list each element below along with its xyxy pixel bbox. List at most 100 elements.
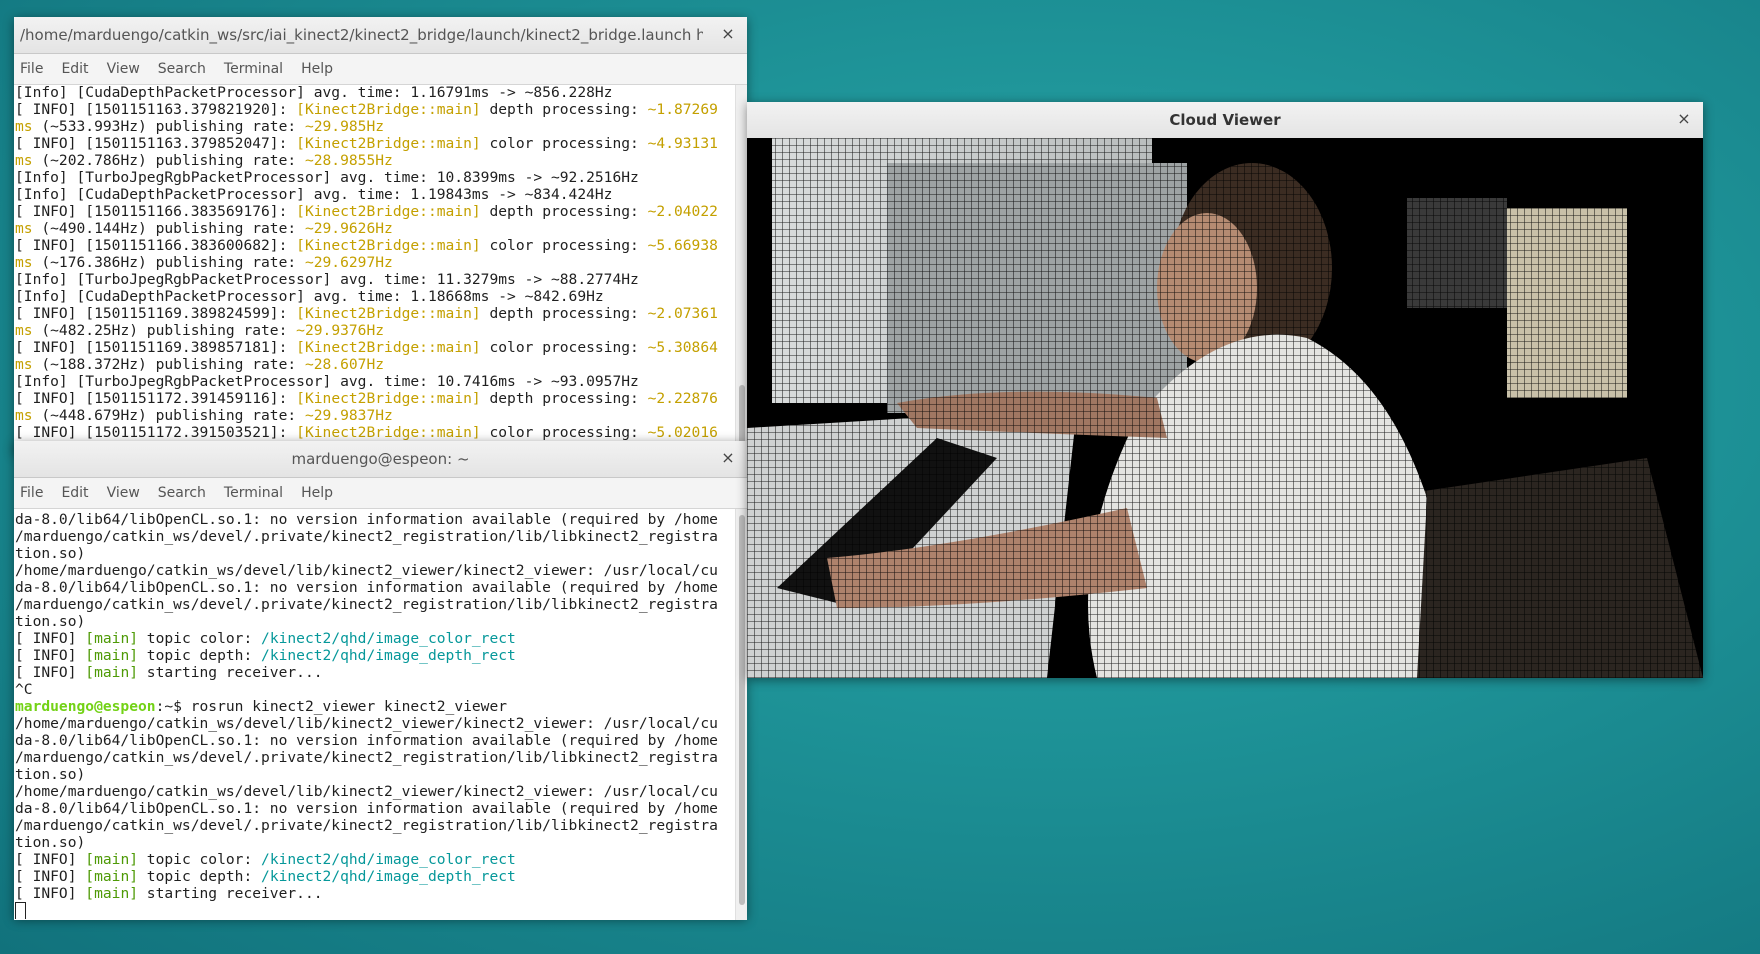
terminal-text: ~5.02016 (647, 424, 718, 441)
terminal-line: [Info] [CudaDepthPacketProcessor] avg. t… (15, 186, 735, 203)
terminal-text: ms (15, 254, 33, 271)
terminal-line: marduengo@espeon:~$ rosrun kinect2_viewe… (15, 698, 735, 715)
terminal-line: ms (~448.679Hz) publishing rate: ~29.983… (15, 407, 735, 424)
terminal-cursor (15, 902, 26, 919)
terminal-text: [ INFO] [1501151172.391503521]: (15, 424, 297, 441)
menu-edit[interactable]: Edit (61, 485, 88, 501)
terminal-home-output[interactable]: da-8.0/lib64/libOpenCL.so.1: no version … (14, 509, 747, 920)
terminal-line: [ INFO] [1501151163.379821920]: [Kinect2… (15, 101, 735, 118)
terminal-text: /marduengo/catkin_ws/devel/.private/kine… (15, 528, 718, 545)
terminal-text: (~533.993Hz) publishing rate: (32, 118, 305, 135)
menu-search[interactable]: Search (158, 61, 206, 77)
terminal-text: /marduengo/catkin_ws/devel/.private/kine… (15, 596, 718, 613)
terminal-text: [Info] [CudaDepthPacketProcessor] avg. t… (15, 288, 604, 305)
terminal-line: ms (~482.25Hz) publishing rate: ~29.9376… (15, 322, 735, 339)
terminal-text: [ INFO] (15, 868, 86, 885)
menu-file[interactable]: File (20, 61, 43, 77)
terminal-text: :~$ rosrun kinect2_viewer kinect2_viewer (155, 698, 508, 715)
terminal-text: ~2.22876 (647, 390, 718, 407)
menu-view[interactable]: View (107, 61, 140, 77)
terminal-window-home[interactable]: marduengo@espeon: ~ × File Edit View Sea… (14, 441, 747, 920)
terminal-prompt-line[interactable] (15, 902, 735, 919)
terminal-text: (~448.679Hz) publishing rate: (32, 407, 305, 424)
terminal-text: ms (15, 407, 33, 424)
menu-edit[interactable]: Edit (61, 61, 88, 77)
scrollbar-thumb[interactable] (739, 515, 745, 905)
terminal-text: [Info] [CudaDepthPacketProcessor] avg. t… (15, 186, 613, 203)
cloud-viewer-window[interactable]: Cloud Viewer × (747, 102, 1703, 678)
terminal-text: ~29.9837Hz (304, 407, 393, 424)
terminal-text: [ INFO] (15, 647, 86, 664)
terminal-home-titlebar[interactable]: marduengo@espeon: ~ × (14, 441, 747, 478)
terminal-scrollbar[interactable] (735, 85, 747, 452)
close-icon[interactable]: × (719, 449, 737, 467)
cloud-viewer-titlebar[interactable]: Cloud Viewer × (747, 102, 1703, 139)
terminal-text: /home/marduengo/catkin_ws/devel/lib/kine… (15, 715, 718, 732)
terminal-line: [Info] [TurboJpegRgbPacketProcessor] avg… (15, 373, 735, 390)
terminal-text: [Kinect2Bridge::main] (296, 424, 481, 441)
terminal-line: ms (~188.372Hz) publishing rate: ~28.607… (15, 356, 735, 373)
terminal-line: da-8.0/lib64/libOpenCL.so.1: no version … (15, 732, 735, 749)
menu-file[interactable]: File (20, 485, 43, 501)
menu-terminal[interactable]: Terminal (224, 61, 283, 77)
terminal-bridge-titlebar[interactable]: /home/marduengo/catkin_ws/src/iai_kinect… (14, 17, 747, 54)
terminal-text: [ INFO] (15, 664, 86, 681)
terminal-text: [ INFO] [1501151163.379852047]: (15, 135, 297, 152)
terminal-text: /marduengo/catkin_ws/devel/.private/kine… (15, 817, 718, 834)
terminal-text: tion.so) (15, 613, 86, 630)
point-cloud-view[interactable] (747, 138, 1703, 678)
terminal-text: ~2.07361 (647, 305, 718, 322)
terminal-text: (~202.786Hz) publishing rate: (32, 152, 305, 169)
menu-view[interactable]: View (107, 485, 140, 501)
terminal-text: tion.so) (15, 545, 86, 562)
terminal-line: [ INFO] [1501151166.383569176]: [Kinect2… (15, 203, 735, 220)
terminal-line: /home/marduengo/catkin_ws/devel/lib/kine… (15, 783, 735, 800)
terminal-line: [ INFO] [1501151166.383600682]: [Kinect2… (15, 237, 735, 254)
terminal-text: /kinect2/qhd/image_color_rect (261, 851, 516, 868)
terminal-line: da-8.0/lib64/libOpenCL.so.1: no version … (15, 511, 735, 528)
terminal-text: [Info] [TurboJpegRgbPacketProcessor] avg… (15, 373, 639, 390)
terminal-text: (~490.144Hz) publishing rate: (32, 220, 305, 237)
menu-help[interactable]: Help (301, 485, 333, 501)
terminal-bridge-output[interactable]: [Info] [CudaDepthPacketProcessor] avg. t… (14, 85, 747, 452)
terminal-text: ms (15, 152, 33, 169)
terminal-text: starting receiver... (138, 885, 323, 902)
terminal-text: /marduengo/catkin_ws/devel/.private/kine… (15, 749, 718, 766)
terminal-text: (~176.386Hz) publishing rate: (32, 254, 305, 271)
terminal-text: tion.so) (15, 766, 86, 783)
terminal-line: tion.so) (15, 834, 735, 851)
menu-terminal[interactable]: Terminal (224, 485, 283, 501)
terminal-text: ~4.93131 (647, 135, 718, 152)
close-icon[interactable]: × (1675, 110, 1693, 128)
terminal-line: [ INFO] [1501151169.389857181]: [Kinect2… (15, 339, 735, 356)
terminal-line: [ INFO] [main] topic depth: /kinect2/qhd… (15, 647, 735, 664)
terminal-text: ^C (15, 681, 33, 698)
terminal-line: [ INFO] [1501151172.391459116]: [Kinect2… (15, 390, 735, 407)
terminal-line: ms (~176.386Hz) publishing rate: ~29.629… (15, 254, 735, 271)
menu-search[interactable]: Search (158, 485, 206, 501)
terminal-text: [ INFO] [1501151172.391459116]: (15, 390, 297, 407)
terminal-line: /home/marduengo/catkin_ws/devel/lib/kine… (15, 562, 735, 579)
terminal-line: tion.so) (15, 545, 735, 562)
terminal-text: depth processing: (480, 390, 648, 407)
terminal-text: color processing: (480, 135, 648, 152)
close-icon[interactable]: × (719, 25, 737, 43)
menu-help[interactable]: Help (301, 61, 333, 77)
terminal-window-bridge[interactable]: /home/marduengo/catkin_ws/src/iai_kinect… (14, 17, 747, 454)
terminal-line: /marduengo/catkin_ws/devel/.private/kine… (15, 528, 735, 545)
terminal-text: [main] (85, 851, 139, 868)
terminal-text: ~1.87269 (647, 101, 718, 118)
terminal-lines: [Info] [CudaDepthPacketProcessor] avg. t… (14, 85, 735, 441)
terminal-text: depth processing: (480, 203, 648, 220)
terminal-line: [ INFO] [main] topic color: /kinect2/qhd… (15, 851, 735, 868)
terminal-text: /home/marduengo/catkin_ws/devel/lib/kine… (15, 562, 718, 579)
terminal-text: /home/marduengo/catkin_ws/devel/lib/kine… (15, 783, 718, 800)
terminal-text: ~28.607Hz (304, 356, 385, 373)
terminal-text: [Kinect2Bridge::main] (296, 135, 481, 152)
scrollbar-thumb[interactable] (739, 385, 745, 445)
terminal-text: [ INFO] [1501151166.383600682]: (15, 237, 297, 254)
terminal-text: ~2.04022 (647, 203, 718, 220)
terminal-line: /marduengo/catkin_ws/devel/.private/kine… (15, 817, 735, 834)
terminal-scrollbar[interactable] (735, 509, 747, 920)
terminal-text: [ INFO] [1501151169.389857181]: (15, 339, 297, 356)
